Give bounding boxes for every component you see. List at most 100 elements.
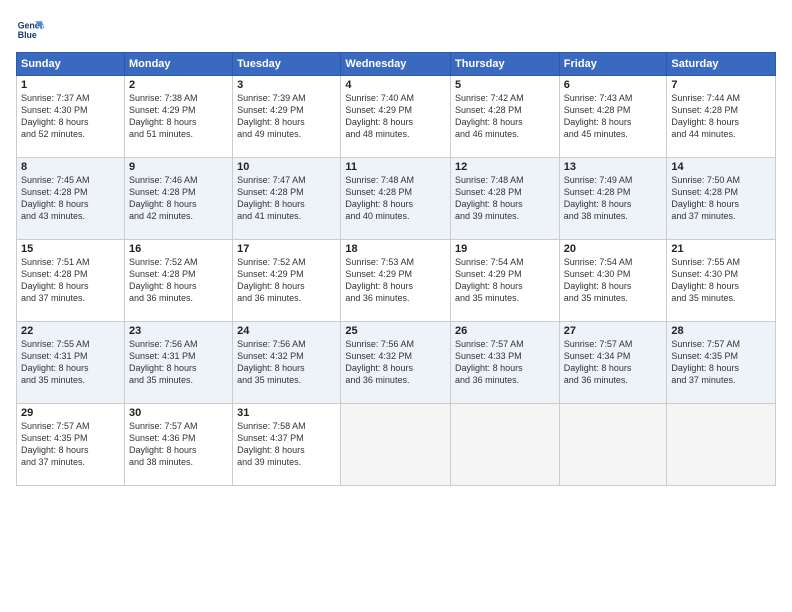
calendar-cell: 15Sunrise: 7:51 AMSunset: 4:28 PMDayligh…: [17, 240, 125, 322]
calendar-header-row: SundayMondayTuesdayWednesdayThursdayFrid…: [17, 53, 776, 76]
calendar-cell: 31Sunrise: 7:58 AMSunset: 4:37 PMDayligh…: [233, 404, 341, 486]
day-info: Sunrise: 7:56 AMSunset: 4:32 PMDaylight:…: [345, 338, 446, 387]
day-number: 4: [345, 79, 446, 91]
day-info: Sunrise: 7:58 AMSunset: 4:37 PMDaylight:…: [237, 420, 336, 469]
day-number: 14: [671, 161, 771, 173]
day-info: Sunrise: 7:57 AMSunset: 4:35 PMDaylight:…: [671, 338, 771, 387]
calendar-cell: 6Sunrise: 7:43 AMSunset: 4:28 PMDaylight…: [559, 76, 667, 158]
calendar-cell: [341, 404, 451, 486]
day-number: 25: [345, 325, 446, 337]
day-info: Sunrise: 7:37 AMSunset: 4:30 PMDaylight:…: [21, 92, 120, 141]
day-info: Sunrise: 7:54 AMSunset: 4:30 PMDaylight:…: [564, 256, 663, 305]
calendar-week-row: 1Sunrise: 7:37 AMSunset: 4:30 PMDaylight…: [17, 76, 776, 158]
day-number: 27: [564, 325, 663, 337]
day-info: Sunrise: 7:57 AMSunset: 4:36 PMDaylight:…: [129, 420, 228, 469]
calendar-cell: 8Sunrise: 7:45 AMSunset: 4:28 PMDaylight…: [17, 158, 125, 240]
logo: General Blue: [16, 16, 48, 44]
calendar-cell: 9Sunrise: 7:46 AMSunset: 4:28 PMDaylight…: [124, 158, 232, 240]
day-number: 24: [237, 325, 336, 337]
header: General Blue: [16, 16, 776, 44]
day-info: Sunrise: 7:56 AMSunset: 4:31 PMDaylight:…: [129, 338, 228, 387]
day-number: 10: [237, 161, 336, 173]
calendar-cell: 17Sunrise: 7:52 AMSunset: 4:29 PMDayligh…: [233, 240, 341, 322]
calendar-cell: 16Sunrise: 7:52 AMSunset: 4:28 PMDayligh…: [124, 240, 232, 322]
day-number: 2: [129, 79, 228, 91]
day-info: Sunrise: 7:53 AMSunset: 4:29 PMDaylight:…: [345, 256, 446, 305]
calendar-week-row: 29Sunrise: 7:57 AMSunset: 4:35 PMDayligh…: [17, 404, 776, 486]
calendar-cell: 27Sunrise: 7:57 AMSunset: 4:34 PMDayligh…: [559, 322, 667, 404]
day-number: 23: [129, 325, 228, 337]
day-info: Sunrise: 7:46 AMSunset: 4:28 PMDaylight:…: [129, 174, 228, 223]
day-info: Sunrise: 7:39 AMSunset: 4:29 PMDaylight:…: [237, 92, 336, 141]
calendar-cell: 2Sunrise: 7:38 AMSunset: 4:29 PMDaylight…: [124, 76, 232, 158]
day-number: 13: [564, 161, 663, 173]
svg-text:Blue: Blue: [18, 30, 37, 40]
calendar-cell: 10Sunrise: 7:47 AMSunset: 4:28 PMDayligh…: [233, 158, 341, 240]
day-info: Sunrise: 7:57 AMSunset: 4:34 PMDaylight:…: [564, 338, 663, 387]
day-number: 7: [671, 79, 771, 91]
day-number: 8: [21, 161, 120, 173]
day-number: 21: [671, 243, 771, 255]
day-number: 18: [345, 243, 446, 255]
calendar-cell: 30Sunrise: 7:57 AMSunset: 4:36 PMDayligh…: [124, 404, 232, 486]
day-number: 17: [237, 243, 336, 255]
day-number: 1: [21, 79, 120, 91]
day-number: 11: [345, 161, 446, 173]
day-info: Sunrise: 7:42 AMSunset: 4:28 PMDaylight:…: [455, 92, 555, 141]
calendar-header-monday: Monday: [124, 53, 232, 76]
calendar-header-tuesday: Tuesday: [233, 53, 341, 76]
calendar-cell: 23Sunrise: 7:56 AMSunset: 4:31 PMDayligh…: [124, 322, 232, 404]
calendar-cell: 13Sunrise: 7:49 AMSunset: 4:28 PMDayligh…: [559, 158, 667, 240]
calendar-cell: [451, 404, 560, 486]
calendar-cell: 18Sunrise: 7:53 AMSunset: 4:29 PMDayligh…: [341, 240, 451, 322]
calendar-cell: 24Sunrise: 7:56 AMSunset: 4:32 PMDayligh…: [233, 322, 341, 404]
day-info: Sunrise: 7:38 AMSunset: 4:29 PMDaylight:…: [129, 92, 228, 141]
calendar-cell: 29Sunrise: 7:57 AMSunset: 4:35 PMDayligh…: [17, 404, 125, 486]
day-info: Sunrise: 7:40 AMSunset: 4:29 PMDaylight:…: [345, 92, 446, 141]
day-number: 31: [237, 407, 336, 419]
day-number: 3: [237, 79, 336, 91]
day-info: Sunrise: 7:56 AMSunset: 4:32 PMDaylight:…: [237, 338, 336, 387]
day-info: Sunrise: 7:43 AMSunset: 4:28 PMDaylight:…: [564, 92, 663, 141]
calendar-cell: 19Sunrise: 7:54 AMSunset: 4:29 PMDayligh…: [451, 240, 560, 322]
calendar-cell: 1Sunrise: 7:37 AMSunset: 4:30 PMDaylight…: [17, 76, 125, 158]
day-number: 28: [671, 325, 771, 337]
day-info: Sunrise: 7:57 AMSunset: 4:33 PMDaylight:…: [455, 338, 555, 387]
day-info: Sunrise: 7:48 AMSunset: 4:28 PMDaylight:…: [455, 174, 555, 223]
calendar-table: SundayMondayTuesdayWednesdayThursdayFrid…: [16, 52, 776, 486]
calendar-cell: 11Sunrise: 7:48 AMSunset: 4:28 PMDayligh…: [341, 158, 451, 240]
day-info: Sunrise: 7:47 AMSunset: 4:28 PMDaylight:…: [237, 174, 336, 223]
day-number: 26: [455, 325, 555, 337]
day-number: 19: [455, 243, 555, 255]
day-number: 30: [129, 407, 228, 419]
calendar-header-sunday: Sunday: [17, 53, 125, 76]
day-info: Sunrise: 7:55 AMSunset: 4:31 PMDaylight:…: [21, 338, 120, 387]
calendar-header-thursday: Thursday: [451, 53, 560, 76]
day-number: 12: [455, 161, 555, 173]
calendar-header-saturday: Saturday: [667, 53, 776, 76]
day-info: Sunrise: 7:50 AMSunset: 4:28 PMDaylight:…: [671, 174, 771, 223]
calendar-week-row: 22Sunrise: 7:55 AMSunset: 4:31 PMDayligh…: [17, 322, 776, 404]
day-number: 15: [21, 243, 120, 255]
day-info: Sunrise: 7:49 AMSunset: 4:28 PMDaylight:…: [564, 174, 663, 223]
calendar-cell: 22Sunrise: 7:55 AMSunset: 4:31 PMDayligh…: [17, 322, 125, 404]
calendar-cell: [559, 404, 667, 486]
day-number: 20: [564, 243, 663, 255]
day-info: Sunrise: 7:55 AMSunset: 4:30 PMDaylight:…: [671, 256, 771, 305]
calendar-cell: 3Sunrise: 7:39 AMSunset: 4:29 PMDaylight…: [233, 76, 341, 158]
calendar-week-row: 15Sunrise: 7:51 AMSunset: 4:28 PMDayligh…: [17, 240, 776, 322]
day-info: Sunrise: 7:52 AMSunset: 4:29 PMDaylight:…: [237, 256, 336, 305]
day-number: 9: [129, 161, 228, 173]
day-number: 6: [564, 79, 663, 91]
day-info: Sunrise: 7:51 AMSunset: 4:28 PMDaylight:…: [21, 256, 120, 305]
calendar-cell: 25Sunrise: 7:56 AMSunset: 4:32 PMDayligh…: [341, 322, 451, 404]
calendar-cell: 14Sunrise: 7:50 AMSunset: 4:28 PMDayligh…: [667, 158, 776, 240]
day-info: Sunrise: 7:54 AMSunset: 4:29 PMDaylight:…: [455, 256, 555, 305]
calendar-week-row: 8Sunrise: 7:45 AMSunset: 4:28 PMDaylight…: [17, 158, 776, 240]
calendar-cell: 28Sunrise: 7:57 AMSunset: 4:35 PMDayligh…: [667, 322, 776, 404]
calendar-header-friday: Friday: [559, 53, 667, 76]
day-info: Sunrise: 7:44 AMSunset: 4:28 PMDaylight:…: [671, 92, 771, 141]
day-info: Sunrise: 7:57 AMSunset: 4:35 PMDaylight:…: [21, 420, 120, 469]
day-number: 16: [129, 243, 228, 255]
day-number: 29: [21, 407, 120, 419]
